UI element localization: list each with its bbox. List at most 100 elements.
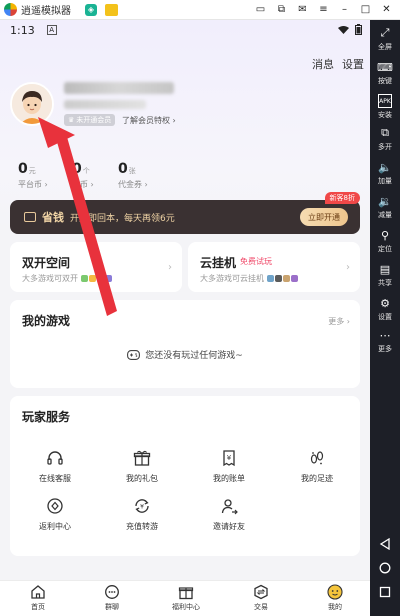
emu-label: 减量 (378, 211, 392, 219)
app-name: 逍遥模拟器 (21, 6, 71, 17)
home-icon (30, 584, 46, 600)
nav-group-chat[interactable]: 群聊 (87, 584, 137, 612)
android-back-button[interactable] (370, 538, 400, 550)
player-services-title: 玩家服务 (22, 410, 71, 424)
stat-value: 0 (72, 161, 82, 177)
stat-label: 代金券 › (118, 180, 148, 189)
notification-icon: A (46, 25, 57, 35)
service-label: 充值转游 (126, 522, 158, 531)
close-icon[interactable]: ✕ (379, 2, 394, 17)
maximize-icon[interactable]: □ (358, 2, 373, 17)
app-tab-icon[interactable]: ◈ (85, 3, 97, 16)
service-label: 我的账单 (213, 474, 245, 483)
android-recents-button[interactable] (370, 586, 400, 598)
phone-screen: 1:13 A 消息 设置 ♛ 未开通会员 了解会员特权 › 0元 平台币 › 0… (0, 20, 370, 616)
more-icon: ⋯ (379, 328, 391, 342)
nav-label: 首页 (31, 603, 45, 611)
chevron-right-icon: › (168, 262, 172, 273)
emu-fullscreen-button[interactable]: ⤢ 全屏 (370, 26, 400, 52)
emu-label: 加量 (378, 177, 392, 185)
transfer-icon: ¥ (132, 496, 152, 516)
member-badge-label: 未开通会员 (76, 116, 112, 124)
menu-icon[interactable]: ≡ (316, 2, 331, 17)
member-privilege-link[interactable]: 了解会员特权 › (122, 115, 176, 126)
emu-keymap-button[interactable]: ⌨ 按键 (370, 60, 400, 86)
window-toggle-icon[interactable]: ▭ (253, 2, 268, 17)
avatar[interactable] (10, 82, 54, 126)
bill-icon: ¥ (219, 448, 239, 468)
app-tab-game-icon[interactable] (105, 3, 118, 16)
gear-icon: ⚙ (380, 296, 390, 310)
service-label: 返利中心 (39, 522, 71, 531)
service-invite-friends[interactable]: 邀请好友 (194, 496, 264, 532)
settings-button[interactable]: 设置 (342, 56, 364, 72)
service-my-gift[interactable]: 我的礼包 (107, 448, 177, 484)
location-icon: ⚲ (380, 228, 390, 242)
emu-volume-down-button[interactable]: 🔉 减量 (370, 194, 400, 220)
nav-welfare[interactable]: 福利中心 (161, 584, 211, 612)
username-blurred (64, 82, 174, 94)
game-thumbnails-icon (81, 275, 112, 282)
service-label: 邀请好友 (213, 522, 245, 531)
vip-banner[interactable]: 省钱 开通即回本，每天再领6元 立即开通 新客8折 (10, 192, 360, 234)
stat-value: 0 (118, 161, 128, 177)
my-games-section: 我的游戏 更多 › 您还没有玩过任何游戏~ (10, 300, 360, 388)
gift-icon (132, 448, 152, 468)
bottom-navigation: 首页 群聊 福利中心 交易 我的 (0, 580, 370, 616)
emu-location-button[interactable]: ⚲ 定位 (370, 228, 400, 254)
service-recharge-transfer[interactable]: ¥ 充值转游 (107, 496, 177, 532)
nav-trade[interactable]: 交易 (236, 584, 286, 612)
emu-label: 全屏 (378, 43, 392, 51)
cloud-idle-card[interactable]: 云挂机 免费试玩 大多游戏可云挂机 › (188, 242, 360, 292)
keyboard-icon: ⌨ (377, 60, 393, 74)
wifi-icon (338, 26, 349, 34)
service-rebate-center[interactable]: 返利中心 (20, 496, 90, 532)
cloud-idle-subtitle: 大多游戏可云挂机 (200, 274, 264, 283)
recents-square-icon (379, 586, 391, 598)
more-games-link[interactable]: 更多 › (328, 316, 350, 327)
volume-down-icon: 🔉 (378, 194, 392, 208)
nav-me[interactable]: 我的 (310, 584, 360, 612)
emu-multi-open-button[interactable]: ⧉ 多开 (370, 126, 400, 152)
service-online-support[interactable]: 在线客服 (20, 448, 90, 484)
emu-settings-button[interactable]: ⚙ 设置 (370, 296, 400, 322)
emu-more-button[interactable]: ⋯ 更多 (370, 328, 400, 354)
dual-space-subtitle: 大多游戏可双开 (22, 274, 78, 283)
emu-share-button[interactable]: ▤ 共享 (370, 262, 400, 288)
stat-gold[interactable]: 0个 金币 › (72, 158, 94, 190)
service-my-bill[interactable]: ¥ 我的账单 (194, 448, 264, 484)
stat-platform-coin[interactable]: 0元 平台币 › (18, 158, 48, 190)
open-vip-button[interactable]: 立即开通 (300, 208, 348, 226)
stat-label: 金币 › (72, 180, 94, 189)
emu-volume-up-button[interactable]: 🔈 加量 (370, 160, 400, 186)
game-thumbnails-icon (267, 275, 298, 282)
no-games-text: 您还没有玩过任何游戏~ (145, 351, 243, 361)
welfare-icon (178, 584, 194, 600)
stat-value: 0 (18, 161, 28, 177)
rebate-icon (45, 496, 65, 516)
multi-window-icon[interactable]: ⧉ (274, 2, 289, 17)
stat-voucher[interactable]: 0张 代金券 › (118, 158, 148, 190)
svg-text:¥: ¥ (140, 504, 144, 511)
share-icon: ▤ (379, 262, 391, 276)
chevron-right-icon: › (346, 262, 350, 273)
emu-label: 安装 (378, 111, 392, 119)
player-services-section: 玩家服务 在线客服 我的礼包 ¥ 我的账单 我的足迹 返利中心 ¥ 充值转游 邀… (10, 396, 360, 556)
stat-unit: 张 (128, 167, 136, 175)
header-background (0, 20, 370, 230)
stat-unit: 元 (28, 167, 36, 175)
service-my-footprint[interactable]: 我的足迹 (282, 448, 352, 484)
minimize-icon[interactable]: – (337, 2, 352, 17)
android-status-bar: 1:13 A (0, 20, 370, 40)
emu-install-button[interactable]: APK 安装 (370, 94, 400, 120)
footprint-icon (307, 448, 327, 468)
mail-icon[interactable]: ✉ (295, 2, 310, 17)
emu-label: 设置 (378, 313, 392, 321)
dual-space-card[interactable]: 双开空间 大多游戏可双开 › (10, 242, 182, 292)
messages-button[interactable]: 消息 (312, 56, 334, 72)
android-home-button[interactable] (370, 562, 400, 574)
vip-description: 开通即回本，每天再领6元 (70, 213, 175, 224)
nav-home[interactable]: 首页 (13, 584, 63, 612)
avatar-boy-icon (12, 84, 52, 124)
volume-up-icon: 🔈 (378, 160, 392, 174)
